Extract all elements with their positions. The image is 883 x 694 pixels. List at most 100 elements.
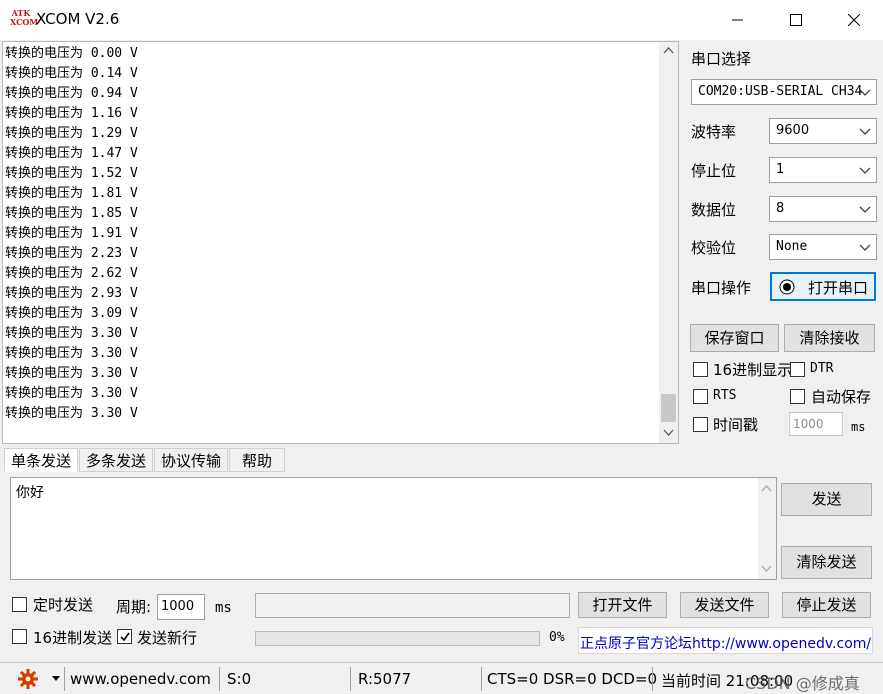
gear-icon[interactable] [17, 668, 39, 690]
receive-scrollbar[interactable] [659, 42, 678, 443]
receive-line: 转换的电压为 1.29 V [5, 126, 138, 141]
receive-line: 转换的电压为 2.62 V [5, 266, 138, 281]
data-bits-value: 8 [776, 201, 785, 216]
receive-line: 转换的电压为 3.30 V [5, 346, 138, 361]
receive-line: 转换的电压为 1.47 V [5, 146, 138, 161]
send-button[interactable]: 发送 [781, 483, 872, 516]
rts-label: RTS [713, 388, 737, 403]
forum-link-box[interactable]: 正点原子官方论坛http://www.openedv.com/ [578, 627, 873, 654]
rts-checkbox[interactable] [693, 389, 708, 404]
baud-label: 波特率 [691, 123, 737, 141]
receive-line: 转换的电压为 1.85 V [5, 206, 138, 221]
auto-save-checkbox[interactable] [790, 389, 805, 404]
timed-send-checkbox[interactable] [12, 597, 27, 612]
tab-help[interactable]: 帮助 [229, 448, 285, 472]
hex-display-checkbox[interactable] [693, 362, 708, 377]
send-scrollbar[interactable] [758, 478, 776, 579]
receive-line: 转换的电压为 3.30 V [5, 406, 138, 421]
period-unit: ms [215, 600, 232, 616]
port-select[interactable]: COM20:USB-SERIAL CH34 [691, 79, 877, 105]
receive-line: 转换的电压为 1.91 V [5, 226, 138, 241]
tab-multi-send[interactable]: 多条发送 [79, 448, 153, 472]
tab-single-send[interactable]: 单条发送 [4, 448, 78, 472]
receive-line: 转换的电压为 0.94 V [5, 86, 138, 101]
chevron-down-icon [859, 206, 871, 213]
minimize-button[interactable] [709, 0, 767, 40]
baud-select[interactable]: 9600 [769, 118, 877, 144]
receive-line: 转换的电压为 3.30 V [5, 386, 138, 401]
receive-line: 转换的电压为 1.16 V [5, 106, 138, 121]
send-input[interactable]: 你好 [10, 477, 777, 580]
maximize-button[interactable] [767, 0, 825, 40]
status-signals: CTS=0 DSR=0 DCD=0 [487, 670, 658, 688]
receive-line: 转换的电压为 3.30 V [5, 366, 138, 381]
tab-protocol[interactable]: 协议传输 [154, 448, 228, 472]
data-bits-select[interactable]: 8 [769, 196, 877, 222]
hex-send-checkbox[interactable] [12, 629, 27, 644]
maximize-icon [790, 14, 802, 26]
clear-receive-button[interactable]: 清除接收 [784, 324, 875, 352]
receive-line: 转换的电压为 0.00 V [5, 46, 138, 61]
dtr-checkbox[interactable] [790, 362, 805, 377]
status-divider [350, 667, 351, 691]
open-port-label: 打开串口 [808, 279, 869, 297]
timestamp-ms-unit: ms [851, 420, 866, 434]
status-divider [652, 667, 653, 691]
status-sent: S:0 [227, 670, 252, 688]
save-window-button[interactable]: 保存窗口 [690, 324, 779, 352]
receive-line: 转换的电压为 3.09 V [5, 306, 138, 321]
receive-area[interactable]: 转换的电压为 0.00 V 转换的电压为 0.14 V 转换的电压为 0.94 V 转… [2, 41, 679, 444]
caret-down-icon[interactable] [52, 676, 60, 682]
chevron-down-icon [859, 167, 871, 174]
send-progress-bar [255, 631, 540, 646]
scroll-down-icon[interactable] [761, 565, 772, 573]
status-bar: www.openedv.com S:0 R:5077 CTS=0 DSR=0 D… [0, 662, 883, 694]
stop-bits-value: 1 [776, 162, 785, 177]
receive-line: 转换的电压为 2.93 V [5, 286, 138, 301]
minimize-icon [732, 19, 743, 21]
send-progress-text: 0% [549, 630, 565, 645]
scroll-down-icon[interactable] [663, 429, 674, 437]
send-newline-label: 发送新行 [137, 629, 198, 647]
scroll-up-icon[interactable] [663, 46, 674, 54]
scroll-thumb[interactable] [661, 394, 676, 422]
stop-bits-label: 停止位 [691, 162, 737, 180]
timestamp-ms-input[interactable]: 1000 [789, 412, 843, 436]
receive-line: 转换的电压为 3.30 V [5, 326, 138, 341]
logo-text-bottom: XCOM [10, 17, 39, 27]
open-file-button[interactable]: 打开文件 [578, 592, 667, 618]
chevron-down-icon [859, 128, 871, 135]
receive-lines: 转换的电压为 0.00 V 转换的电压为 0.14 V 转换的电压为 0.94 V 转… [5, 44, 138, 424]
period-label: 周期: [116, 598, 152, 616]
status-divider [219, 667, 220, 691]
clear-send-button[interactable]: 清除发送 [781, 546, 872, 579]
auto-save-label: 自动保存 [811, 388, 872, 406]
stop-bits-select[interactable]: 1 [769, 157, 877, 183]
data-bits-label: 数据位 [691, 201, 737, 219]
send-text: 你好 [16, 485, 44, 501]
scroll-up-icon[interactable] [761, 484, 772, 492]
radio-dot-icon [779, 279, 795, 295]
receive-line: 转换的电压为 2.23 V [5, 246, 138, 261]
hex-send-label: 16进制发送 [33, 629, 113, 647]
status-divider [481, 667, 482, 691]
period-input[interactable]: 1000 [157, 594, 205, 620]
parity-value: None [776, 239, 808, 254]
send-newline-checkbox[interactable] [117, 629, 132, 644]
stop-send-button[interactable]: 停止发送 [782, 592, 871, 618]
port-label: 串口选择 [691, 50, 752, 68]
check-icon [120, 632, 130, 642]
dtr-label: DTR [810, 361, 834, 376]
open-port-button[interactable]: 打开串口 [770, 272, 876, 301]
parity-select[interactable]: None [769, 234, 877, 260]
timestamp-checkbox[interactable] [693, 417, 708, 432]
close-button[interactable] [825, 0, 883, 40]
send-file-button[interactable]: 发送文件 [680, 592, 769, 618]
watermark: CSDN @修成真 [745, 674, 860, 693]
status-received: R:5077 [358, 670, 412, 688]
port-op-label: 串口操作 [691, 279, 752, 297]
hex-display-label: 16进制显示 [713, 361, 793, 379]
forum-link[interactable]: 正点原子官方论坛http://www.openedv.com/ [580, 633, 871, 653]
file-path-input[interactable] [255, 593, 570, 618]
close-icon [848, 14, 860, 26]
